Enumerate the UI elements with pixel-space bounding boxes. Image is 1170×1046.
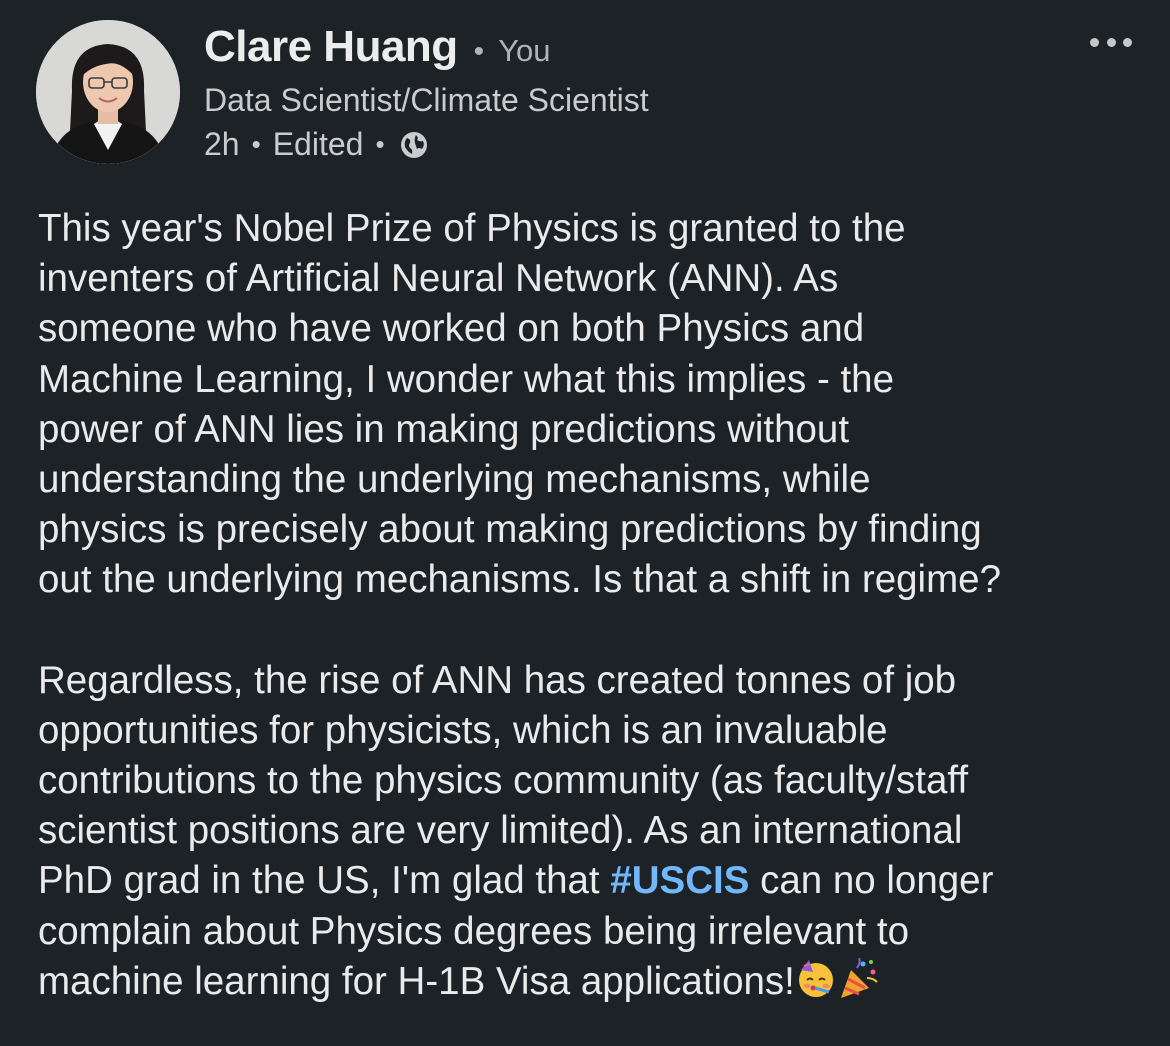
- author-name[interactable]: Clare Huang: [204, 22, 458, 72]
- text-line: opportunities for physicists, which is a…: [38, 708, 888, 752]
- separator-dot: •: [251, 129, 261, 159]
- text-line: Regardless, the rise of ANN has created …: [38, 658, 957, 702]
- text-line: someone who have worked on both Physics …: [38, 307, 865, 351]
- post-time: 2h: [204, 126, 240, 162]
- party-popper-emoji: [837, 957, 879, 1013]
- text-segment: can no longer: [749, 859, 994, 903]
- separator-dot: •: [375, 129, 385, 159]
- connection-degree: You: [498, 33, 551, 68]
- author-headline: Data Scientist/Climate Scientist: [204, 82, 649, 118]
- text-line: scientist positions are very limited). A…: [38, 809, 963, 853]
- text-line: inventers of Artificial Neural Network (…: [38, 257, 839, 301]
- text-line: PhD grad in the US, I'm glad that #USCIS…: [38, 856, 1138, 906]
- globe-icon: [399, 130, 429, 160]
- post-paragraph: Regardless, the rise of ANN has created …: [38, 656, 1138, 1013]
- edited-label: Edited: [272, 126, 364, 162]
- partying-face-emoji: [795, 958, 837, 1013]
- separator-dot: •: [473, 35, 485, 68]
- more-options-icon[interactable]: [1090, 34, 1132, 50]
- text-line: physics is precisely about making predic…: [38, 508, 982, 552]
- text-line: Machine Learning, I wonder what this imp…: [38, 357, 894, 401]
- text-line: machine learning for H-1B Visa applicati…: [38, 957, 1138, 1013]
- hashtag-link[interactable]: #USCIS: [610, 859, 749, 902]
- text-line: out the underlying mechanisms. Is that a…: [38, 558, 1001, 602]
- text-segment: machine learning for H-1B Visa applicati…: [38, 959, 795, 1003]
- post-card: Clare Huang • You Data Scientist/Climate…: [0, 0, 1170, 1046]
- post-meta: 2h • Edited •: [204, 126, 649, 163]
- name-row: Clare Huang • You: [204, 22, 649, 78]
- post-text: This year's Nobel Prize of Physics is gr…: [38, 204, 1138, 1013]
- text-segment: PhD grad in the US, I'm glad that: [38, 859, 611, 903]
- text-line: contributions to the physics community (…: [38, 759, 969, 803]
- post-paragraph: This year's Nobel Prize of Physics is gr…: [38, 204, 1138, 606]
- avatar[interactable]: [36, 20, 180, 164]
- text-line: This year's Nobel Prize of Physics is gr…: [38, 207, 906, 250]
- text-line: power of ANN lies in making predictions …: [38, 407, 850, 451]
- post-header: Clare Huang • You Data Scientist/Climate…: [204, 22, 649, 163]
- text-line: complain about Physics degrees being irr…: [38, 909, 910, 953]
- text-line: understanding the underlying mechanisms,…: [38, 458, 871, 502]
